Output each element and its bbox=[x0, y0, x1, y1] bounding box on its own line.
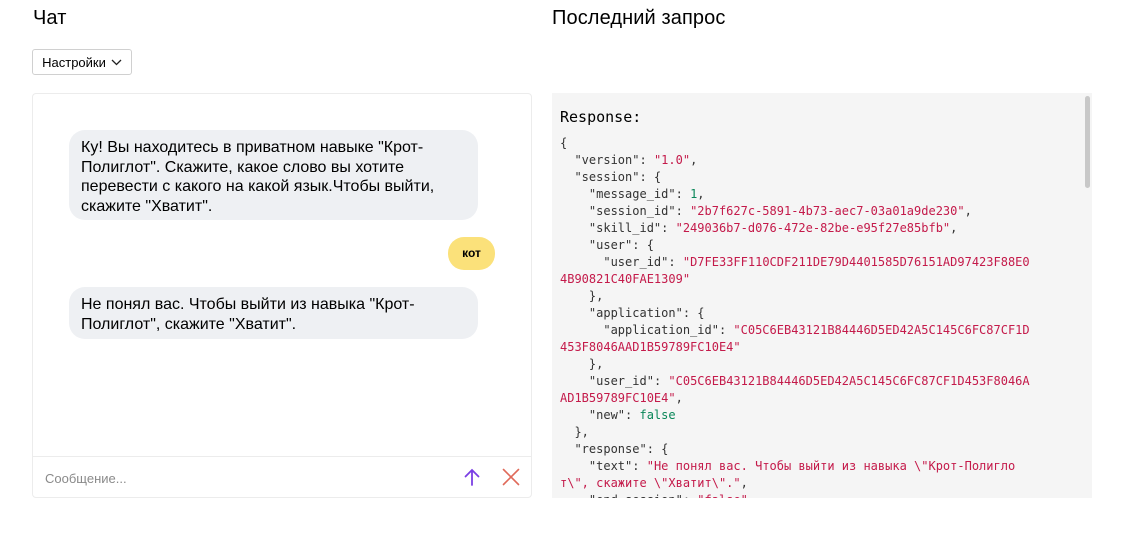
code-line: "application_id": "C05C6EB43121B84446D5E… bbox=[603, 323, 1030, 337]
last-request-title: Последний запрос bbox=[552, 7, 726, 29]
settings-button[interactable]: Настройки bbox=[32, 49, 132, 75]
code-line: }, bbox=[588, 289, 604, 303]
code-line: "end_session": "false" bbox=[560, 493, 748, 498]
code-line: }, bbox=[588, 357, 604, 371]
code-line: { bbox=[560, 136, 568, 150]
arrow-up-icon[interactable] bbox=[461, 466, 483, 488]
code-line: "user_id": "C05C6EB43121B84446D5ED42A5C1… bbox=[588, 374, 1030, 388]
code-line: "session_id": "2b7f627c-5891-4b73-aec7-0… bbox=[588, 204, 972, 218]
code-line: "new": false bbox=[588, 408, 676, 422]
code-line: "message_id": 1, bbox=[588, 187, 705, 201]
last-request-panel: Response: { "version": "1.0", "session":… bbox=[552, 93, 1092, 498]
close-icon[interactable] bbox=[500, 466, 522, 488]
code-line: "version": "1.0", bbox=[574, 153, 698, 167]
response-label: Response: bbox=[560, 108, 642, 126]
bot-message: Не понял вас. Чтобы выйти из навыка "Кро… bbox=[69, 287, 478, 339]
code-line: AD1B59789FC10E4", bbox=[560, 391, 683, 405]
scrollbar[interactable] bbox=[1085, 96, 1090, 188]
code-line: "response": { bbox=[574, 442, 669, 456]
bot-message: Ку! Вы находитесь в приватном навыке "Кр… bbox=[69, 130, 478, 220]
code-line: "session": { bbox=[574, 170, 662, 184]
settings-label: Настройки bbox=[42, 54, 106, 70]
code-line: т\", скажите \"Хватит\".", bbox=[560, 476, 748, 490]
code-line: }, bbox=[574, 425, 589, 439]
code-line: "application": { bbox=[588, 306, 705, 320]
code-line: 453F8046AAD1B59789FC10E4" bbox=[560, 340, 741, 354]
code-line: 4B90821C40FAE1309" bbox=[560, 272, 691, 286]
code-line: "skill_id": "249036b7-d076-472e-82be-e95… bbox=[588, 221, 958, 235]
message-input[interactable] bbox=[43, 467, 437, 489]
code-line: "text": "Не понял вас. Чтобы выйти из на… bbox=[588, 459, 1016, 473]
message-input-row bbox=[33, 456, 531, 497]
response-json: { "version": "1.0", "session": { "messag… bbox=[560, 135, 1070, 498]
code-line: "user": { bbox=[588, 238, 654, 252]
code-line: "user_id": "D7FE33FF110CDF211DE79D440158… bbox=[603, 255, 1030, 269]
user-message: кот bbox=[448, 237, 495, 270]
chevron-down-icon bbox=[111, 59, 122, 65]
chat-panel: Ку! Вы находитесь в приватном навыке "Кр… bbox=[32, 93, 532, 498]
chat-title: Чат bbox=[33, 7, 67, 29]
